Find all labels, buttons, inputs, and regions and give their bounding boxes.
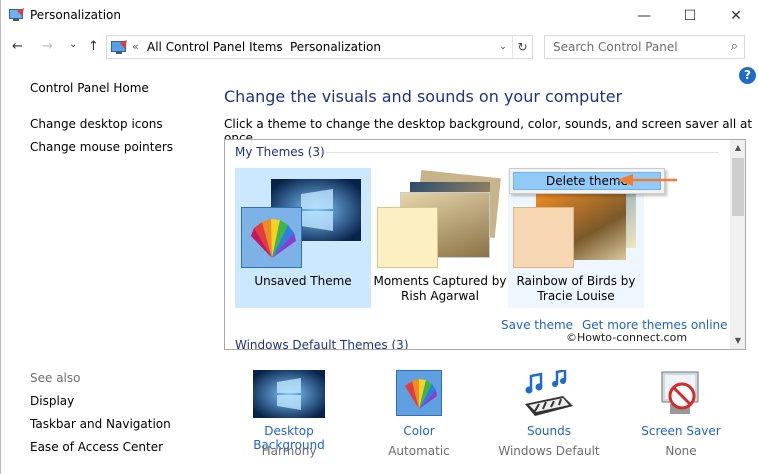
personalization-window: Personalization — ☐ ✕ ← → ⌄ ↑ « All Cont… bbox=[0, 0, 758, 474]
ease-of-access-link[interactable]: Ease of Access Center bbox=[30, 440, 163, 454]
color-item[interactable]: Color Automatic bbox=[359, 370, 479, 465]
back-button[interactable]: ← bbox=[12, 39, 23, 55]
overflow-chevron-icon[interactable]: « bbox=[132, 40, 139, 53]
themes-panel: My Themes (3) Unsaved Theme Moments Capt… bbox=[224, 139, 746, 350]
address-dropdown-icon[interactable]: ⌄ bbox=[494, 36, 512, 58]
save-theme-link[interactable]: Save theme bbox=[501, 318, 573, 332]
window-title: Personalization bbox=[30, 8, 121, 22]
my-themes-divider bbox=[325, 152, 719, 153]
screen-saver-icon bbox=[661, 371, 699, 414]
address-bar: ← → ⌄ ↑ « All Control Panel Items › Pers… bbox=[1, 31, 758, 63]
theme-unsaved[interactable]: Unsaved Theme bbox=[235, 168, 371, 308]
page-heading: Change the visuals and sounds on your co… bbox=[224, 87, 623, 106]
see-also-label: See also bbox=[30, 371, 81, 385]
speaker-keyboard-icon bbox=[525, 370, 573, 416]
search-input[interactable] bbox=[545, 36, 725, 58]
color-fan-icon bbox=[405, 379, 437, 409]
up-button[interactable]: ↑ bbox=[88, 39, 99, 55]
desktop-background-item[interactable]: Desktop Background Harmony bbox=[229, 370, 349, 465]
sounds-value: Windows Default bbox=[498, 444, 600, 458]
recent-locations-button[interactable]: ⌄ bbox=[69, 37, 77, 53]
scroll-up-icon[interactable]: ▲ bbox=[730, 140, 745, 156]
search-icon[interactable]: ⌕ bbox=[731, 39, 738, 54]
scroll-thumb[interactable] bbox=[732, 158, 744, 216]
minimize-button[interactable]: — bbox=[621, 0, 667, 31]
close-button[interactable]: ✕ bbox=[713, 0, 758, 31]
forward-button[interactable]: → bbox=[42, 39, 53, 55]
screen-saver-link[interactable]: Screen Saver bbox=[621, 424, 741, 438]
maximize-button[interactable]: ☐ bbox=[667, 0, 713, 31]
change-mouse-pointers-link[interactable]: Change mouse pointers bbox=[30, 140, 173, 154]
address-path-box[interactable]: « All Control Panel Items › Personalizat… bbox=[106, 35, 533, 59]
color-thumbnail bbox=[396, 370, 442, 416]
screen-saver-value: None bbox=[665, 444, 697, 458]
taskbar-navigation-link[interactable]: Taskbar and Navigation bbox=[30, 417, 171, 431]
windows-default-themes-label: Windows Default Themes (3) bbox=[235, 338, 409, 350]
color-swatch-thumbnail bbox=[241, 207, 302, 268]
breadcrumb-personalization[interactable]: Personalization bbox=[290, 40, 381, 55]
color-swatch-thumbnail bbox=[513, 207, 574, 268]
search-box[interactable]: ⌕ bbox=[544, 35, 745, 59]
watermark: ©Howto-connect.com bbox=[566, 331, 688, 344]
scroll-down-icon[interactable]: ▼ bbox=[730, 333, 745, 349]
breadcrumb-all-control-panel-items[interactable]: All Control Panel Items bbox=[147, 40, 283, 55]
annotation-arrow-icon bbox=[617, 174, 677, 186]
desktop-background-value: Harmony bbox=[261, 444, 317, 458]
theme-name: Rainbow of Birds by Tracie Louise bbox=[516, 274, 636, 303]
personalization-app-icon bbox=[9, 8, 24, 21]
color-swatch-thumbnail bbox=[377, 207, 438, 268]
get-more-themes-link[interactable]: Get more themes online bbox=[582, 318, 728, 332]
help-icon[interactable]: ? bbox=[739, 67, 756, 84]
color-fan-icon bbox=[251, 219, 296, 258]
screen-saver-item[interactable]: Screen Saver None bbox=[621, 370, 741, 465]
display-link[interactable]: Display bbox=[30, 394, 74, 408]
theme-name: Moments Captured by Rish Agarwal bbox=[373, 274, 507, 303]
color-value: Automatic bbox=[388, 444, 450, 458]
change-desktop-icons-link[interactable]: Change desktop icons bbox=[30, 117, 163, 131]
sounds-link[interactable]: Sounds bbox=[489, 424, 609, 438]
theme-moments-captured[interactable]: Moments Captured by Rish Agarwal bbox=[372, 168, 508, 308]
theme-name: Unsaved Theme bbox=[254, 274, 352, 288]
refresh-icon[interactable]: ↻ bbox=[512, 36, 532, 58]
my-themes-group-label: My Themes (3) bbox=[235, 145, 325, 159]
title-bar: Personalization — ☐ ✕ bbox=[1, 0, 758, 31]
breadcrumb-separator-icon: › bbox=[277, 40, 282, 53]
themes-scrollbar[interactable]: ▲ ▼ bbox=[730, 140, 745, 349]
desktop-background-thumbnail bbox=[253, 370, 325, 418]
control-panel-home-link[interactable]: Control Panel Home bbox=[30, 81, 149, 95]
control-panel-icon bbox=[111, 40, 127, 54]
sounds-item[interactable]: Sounds Windows Default bbox=[489, 370, 609, 465]
color-link[interactable]: Color bbox=[359, 424, 479, 438]
